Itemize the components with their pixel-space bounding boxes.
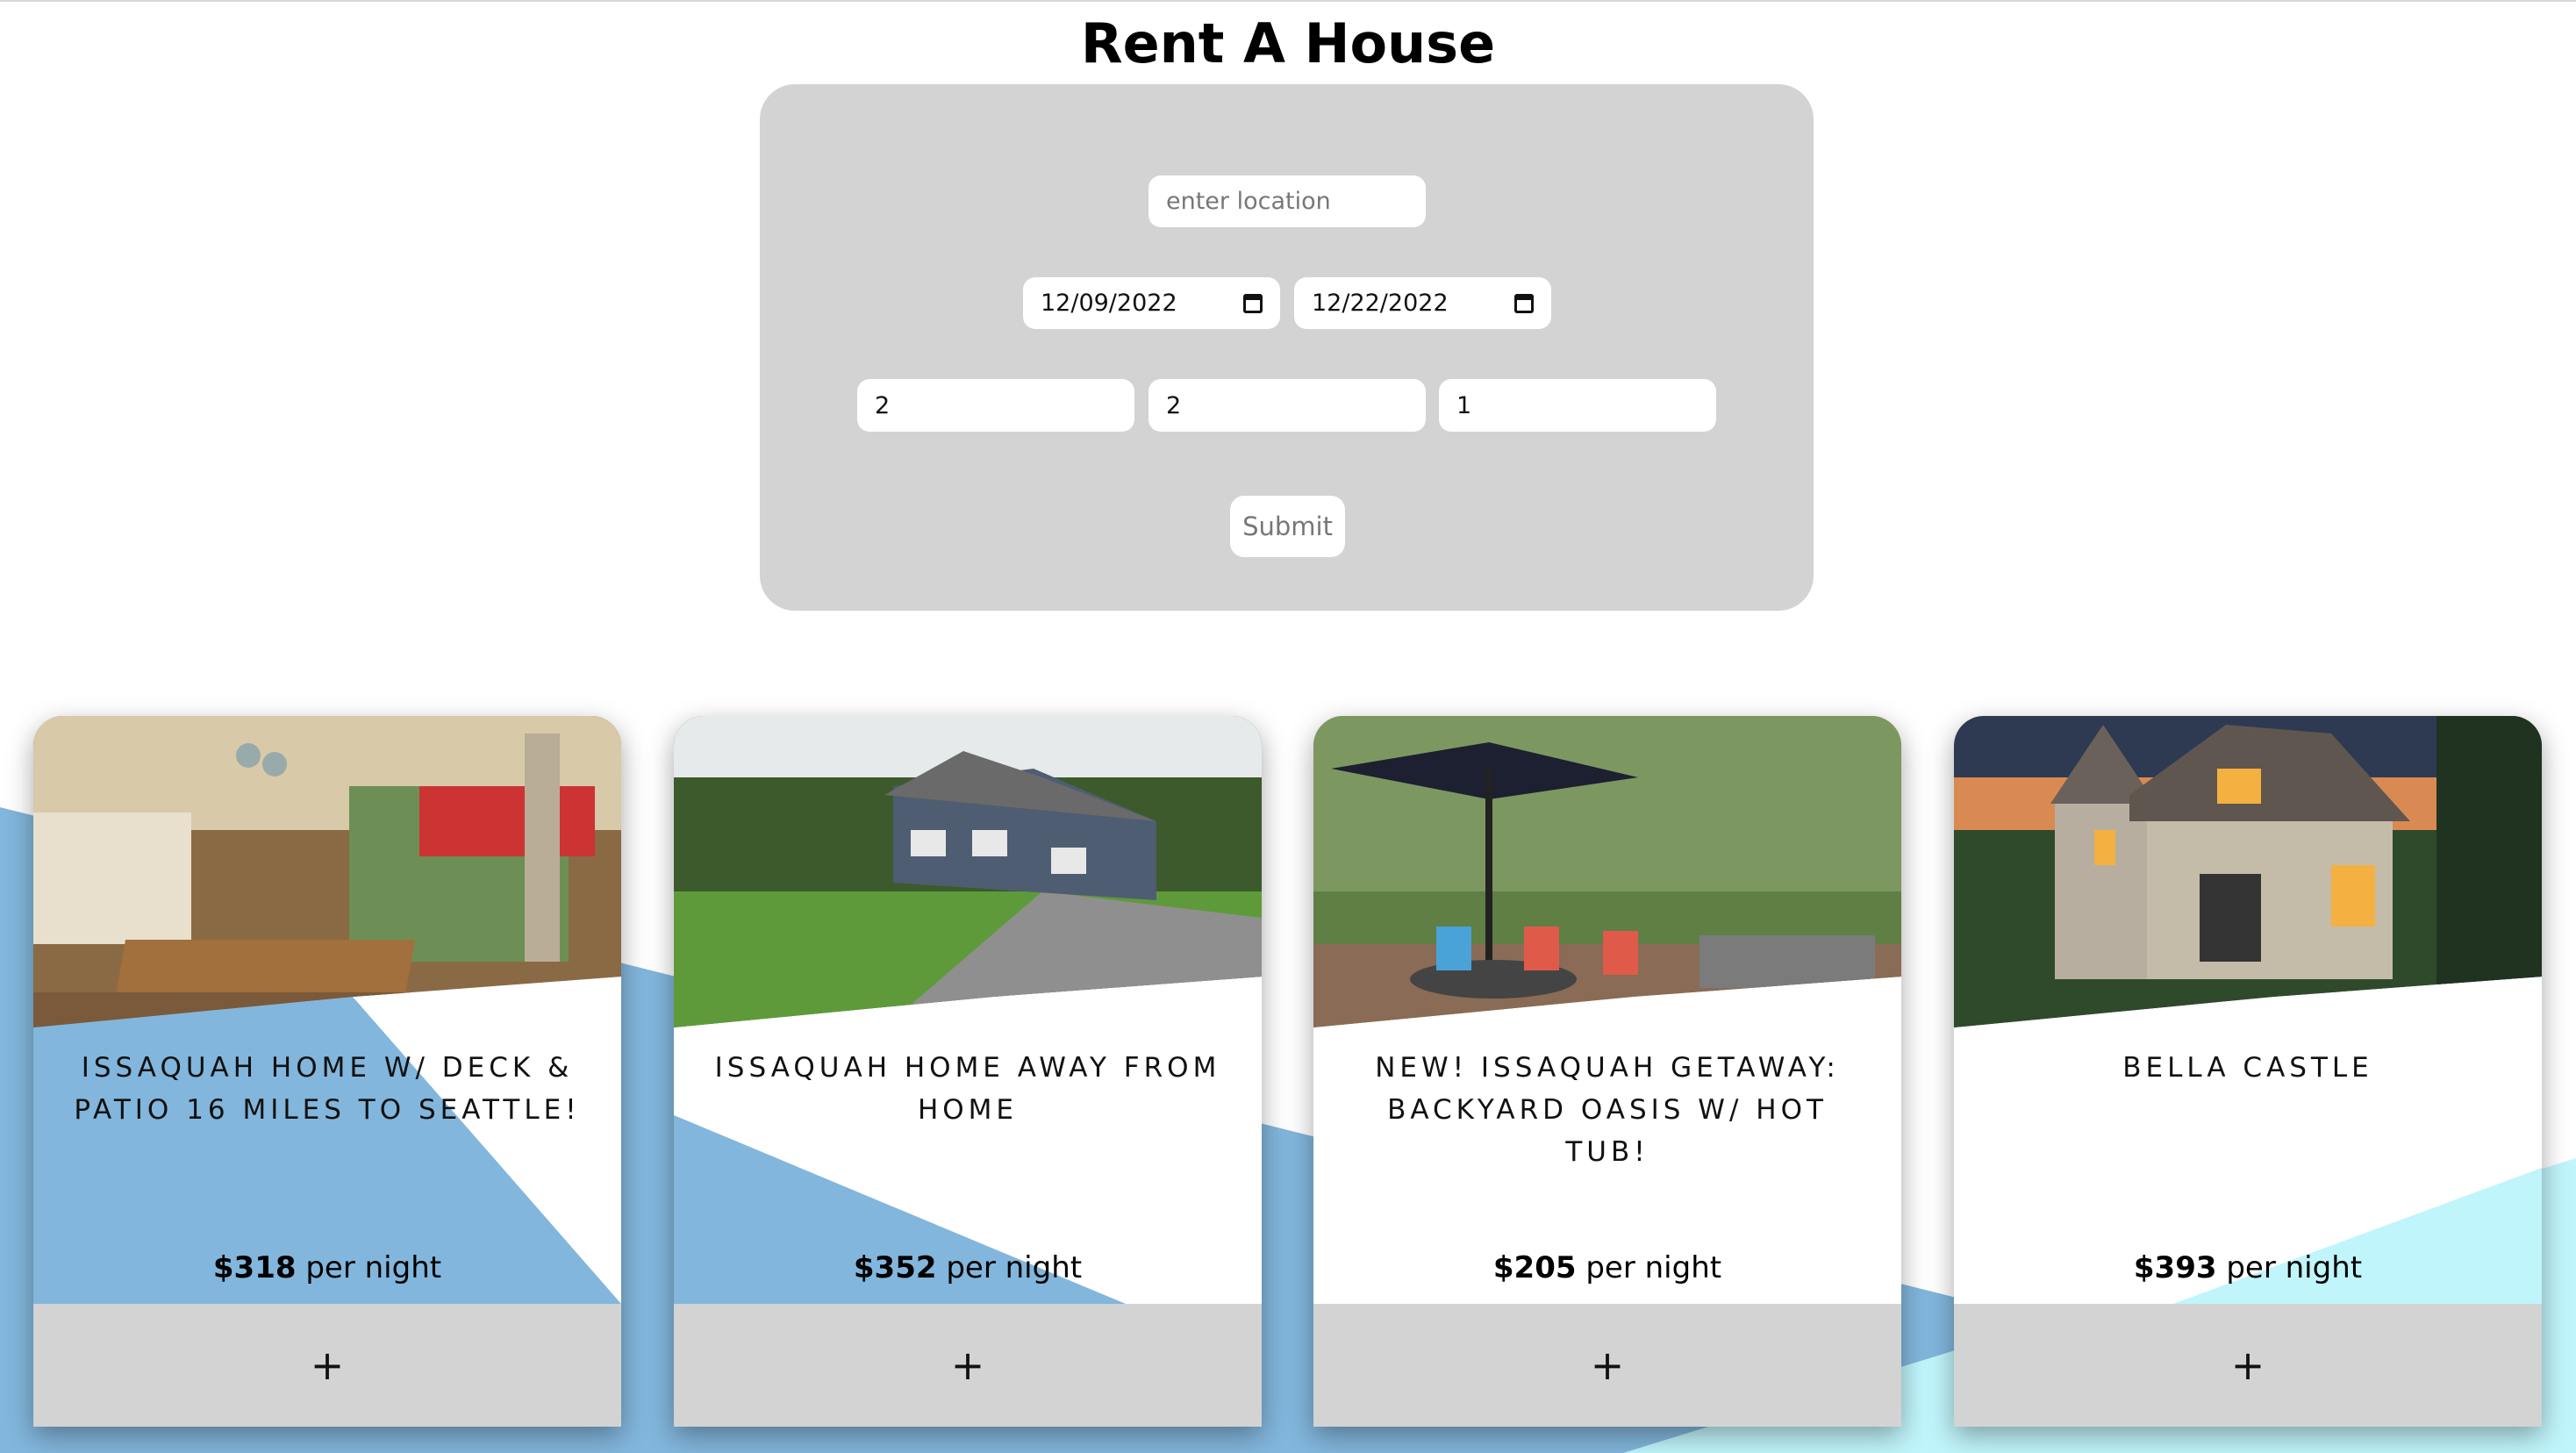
count-input-1-value: 2 xyxy=(875,391,891,419)
price-suffix: per night xyxy=(2216,1250,2363,1285)
top-divider xyxy=(0,0,2576,2)
page-title: Rent A House xyxy=(1080,11,1496,75)
castle-photo xyxy=(1954,716,2542,1027)
listing-price: $205 per night xyxy=(1313,1249,1901,1286)
listing-title: BELLA CASTLE xyxy=(2122,1052,2373,1084)
price-amount: $352 xyxy=(853,1250,937,1285)
price-suffix: per night xyxy=(936,1250,1083,1285)
listing-title: NEW! ISSAQUAH GETAWAY: BACKYARD OASIS W/… xyxy=(1375,1052,1840,1168)
checkin-date-input[interactable]: 12/09/2022 xyxy=(1023,277,1280,329)
checkin-date-value: 12/09/2022 xyxy=(1041,290,1177,317)
search-form: 12/09/2022 12/22/2022 2 2 1 Submit xyxy=(760,84,1814,611)
patio-photo xyxy=(1313,716,1901,1027)
count-input-3[interactable]: 1 xyxy=(1439,379,1716,432)
listing-card[interactable]: NEW! ISSAQUAH GETAWAY: BACKYARD OASIS W/… xyxy=(1313,716,1901,1427)
calendar-icon[interactable] xyxy=(1514,293,1534,313)
add-listing-button[interactable]: + xyxy=(33,1304,621,1427)
price-suffix: per night xyxy=(296,1250,442,1285)
price-amount: $318 xyxy=(212,1250,297,1285)
add-listing-button[interactable]: + xyxy=(1954,1304,2542,1427)
price-suffix: per night xyxy=(1576,1250,1722,1285)
listing-price: $393 per night xyxy=(1954,1249,2542,1286)
listing-card[interactable]: ISSAQUAH HOME AWAY FROM HOME $352 per ni… xyxy=(674,716,1262,1427)
checkout-date-input[interactable]: 12/22/2022 xyxy=(1294,277,1551,329)
add-listing-button[interactable]: + xyxy=(1313,1304,1901,1427)
listing-title: ISSAQUAH HOME AWAY FROM HOME xyxy=(714,1052,1221,1126)
price-amount: $393 xyxy=(2133,1250,2217,1285)
page: Rent A House 12/09/2022 12/22/2022 2 2 1… xyxy=(0,0,2576,1453)
listing-card-body: ISSAQUAH HOME AWAY FROM HOME $352 per ni… xyxy=(674,716,1262,1304)
submit-button[interactable]: Submit xyxy=(1230,496,1345,557)
checkout-date-value: 12/22/2022 xyxy=(1312,290,1449,317)
listing-photo xyxy=(33,716,621,1027)
listing-photo xyxy=(1313,716,1901,1027)
listing-photo xyxy=(1954,716,2542,1027)
listing-card-body: BELLA CASTLE $393 per night xyxy=(1954,716,2542,1304)
location-input[interactable] xyxy=(1148,175,1426,227)
count-input-1[interactable]: 2 xyxy=(857,379,1134,432)
calendar-icon[interactable] xyxy=(1243,293,1263,313)
house-photo xyxy=(674,716,1262,1027)
listing-card[interactable]: ISSAQUAH HOME W/ DECK & PATIO 16 MILES T… xyxy=(33,716,621,1427)
kitchen-photo xyxy=(33,716,621,1027)
count-input-3-value: 1 xyxy=(1456,391,1472,419)
listing-card[interactable]: BELLA CASTLE $393 per night + xyxy=(1954,716,2542,1427)
price-amount: $205 xyxy=(1492,1250,1577,1285)
count-input-2-value: 2 xyxy=(1166,391,1182,419)
add-listing-button[interactable]: + xyxy=(674,1304,1262,1427)
listing-card-body: NEW! ISSAQUAH GETAWAY: BACKYARD OASIS W/… xyxy=(1313,716,1901,1304)
listing-photo xyxy=(674,716,1262,1027)
listing-card-body: ISSAQUAH HOME W/ DECK & PATIO 16 MILES T… xyxy=(33,716,621,1304)
listing-price: $318 per night xyxy=(33,1249,621,1286)
listing-title: ISSAQUAH HOME W/ DECK & PATIO 16 MILES T… xyxy=(74,1052,581,1126)
listing-price: $352 per night xyxy=(674,1249,1262,1286)
count-input-2[interactable]: 2 xyxy=(1148,379,1426,432)
